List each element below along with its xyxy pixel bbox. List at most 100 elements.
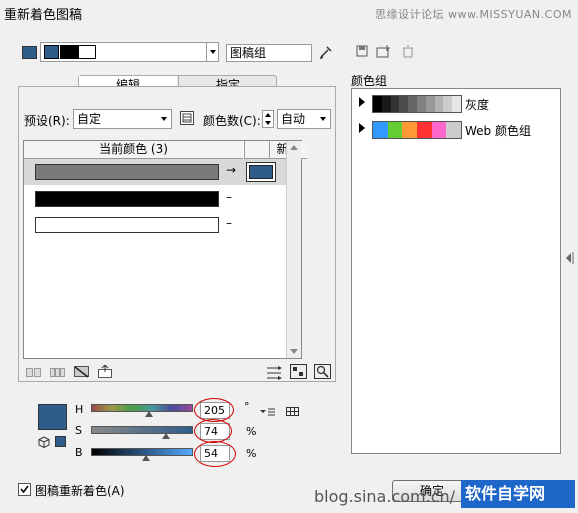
eyedropper-icon[interactable] [319,45,335,60]
s-unit: % [246,425,257,438]
color-count-label: 颜色数(C): [203,114,261,128]
current-color-bar [35,164,219,180]
new-color-swatch [249,165,273,179]
current-color-bar [35,217,219,233]
randomize-order-icon[interactable] [266,365,282,380]
color-harmony-icon[interactable] [286,406,302,420]
strip-swatch-white [78,45,96,59]
preset-label: 预设(R): [24,114,70,128]
h-unit: ° [244,400,250,413]
recolor-artwork-dialog: 重新着色图稿 思缘设计论坛 www.MISSYUAN.COM 图稿组 颜色组 编… [0,0,578,513]
checkmark-icon [20,485,29,494]
preset-select[interactable]: 自定 [73,109,172,129]
group-color-chip [417,122,432,138]
annotation-circle-b [194,441,236,467]
exclude-color-icon[interactable] [74,366,90,380]
color-count-select[interactable]: 自动 [277,109,331,129]
group-color-chip [399,96,409,112]
table-scrollbar[interactable] [286,141,301,358]
group-color-chip [452,96,461,112]
column-current-colors[interactable]: 当前颜色 (3) [24,141,243,159]
group-color-chip [443,96,453,112]
column-arrow-header [244,141,269,159]
web-safe-swatch[interactable] [55,436,66,447]
color-count-stepper[interactable] [262,110,274,128]
group-color-chip [402,122,418,138]
title-bar: 重新着色图稿 思缘设计论坛 www.MISSYUAN.COM [0,0,578,23]
color-row-2[interactable]: – [24,186,289,212]
preset-value: 自定 [77,112,102,126]
group-name-field[interactable]: 图稿组 [226,44,312,62]
color-row-3[interactable]: – [24,212,289,238]
color-group-web[interactable]: Web 颜色组 [352,117,560,141]
recolor-checkbox[interactable] [18,483,31,496]
recolor-checkbox-label: 图稿重新着色(A) [35,484,125,498]
group-color-chip [434,96,444,112]
save-icon[interactable] [356,45,372,59]
group-color-chip [387,122,403,138]
watermark-top: 思缘设计论坛 www.MISSYUAN.COM [374,8,572,21]
logo-text: 软件自学网 [465,484,546,503]
group-color-chip [416,96,426,112]
color-group-grayscale[interactable]: 灰度 [352,91,560,115]
b-unit: % [246,447,257,460]
scroll-up-icon[interactable] [290,145,298,150]
new-group-icon[interactable] [376,44,392,58]
group-color-chip [408,96,417,112]
expand-triangle-icon[interactable] [359,97,365,107]
group-color-chip [390,96,400,112]
chevron-down-icon [320,117,326,121]
h-label: H [75,403,84,416]
color-count-value: 自动 [281,112,306,126]
site-logo: 软件自学网 [461,480,575,508]
color-group-strip[interactable] [40,42,218,62]
group-color-chip [373,122,388,138]
group-name-web: Web 颜色组 [465,124,531,138]
color-groups-heading: 颜色组 [351,74,388,88]
h-slider-thumb[interactable] [145,411,154,417]
trash-icon[interactable] [402,45,418,59]
window-title: 重新着色图稿 [4,8,83,23]
group-name-grayscale: 灰度 [465,98,490,112]
group-color-chip [431,122,447,138]
color-row-1[interactable]: → [24,159,289,185]
group-color-chip [425,96,435,112]
current-color-bar [35,191,219,207]
web-colors-strip [372,121,462,139]
new-color-cell[interactable] [246,162,276,182]
group-color-chip [446,122,462,138]
preset-options-icon[interactable] [180,111,196,125]
stepper-down-icon[interactable] [265,121,271,125]
b-slider-thumb[interactable] [142,455,151,461]
magnifier-icon[interactable] [314,364,331,379]
expand-triangle-icon[interactable] [359,123,365,133]
randomize-saturation-icon[interactable] [290,364,307,379]
stepper-up-icon[interactable] [265,113,271,117]
collapse-panel-icon[interactable] [563,250,578,264]
dash-indicator: – [226,216,232,230]
separate-colors-icon[interactable] [50,367,66,381]
dash-indicator: – [226,190,232,204]
s-label: S [75,424,82,437]
new-row-icon[interactable] [98,364,114,379]
merge-colors-icon[interactable] [26,367,42,381]
arrow-indicator: → [226,163,237,177]
selected-color-swatch[interactable] [38,404,67,430]
chevron-down-icon [161,117,167,121]
s-slider[interactable] [91,426,193,434]
strip-swatch-black [60,45,78,59]
color-table: 当前颜色 (3) 新建 → – – [23,140,307,359]
color-groups-list: 灰度 Web 颜色组 [351,88,561,454]
slider-menu-icon[interactable] [260,406,276,420]
strip-swatch-blue [44,45,59,59]
blog-watermark: blog.sina.com.cn/ [314,487,456,506]
color-group-dropdown-arrow[interactable] [206,42,219,62]
fill-swatch[interactable] [22,46,37,59]
group-color-chip [381,96,391,112]
b-label: B [75,446,83,459]
scroll-down-icon[interactable] [290,349,298,354]
group-color-chip [373,96,382,112]
s-slider-thumb[interactable] [162,433,171,439]
cube-icon[interactable] [38,436,54,450]
h-slider[interactable] [91,404,193,412]
